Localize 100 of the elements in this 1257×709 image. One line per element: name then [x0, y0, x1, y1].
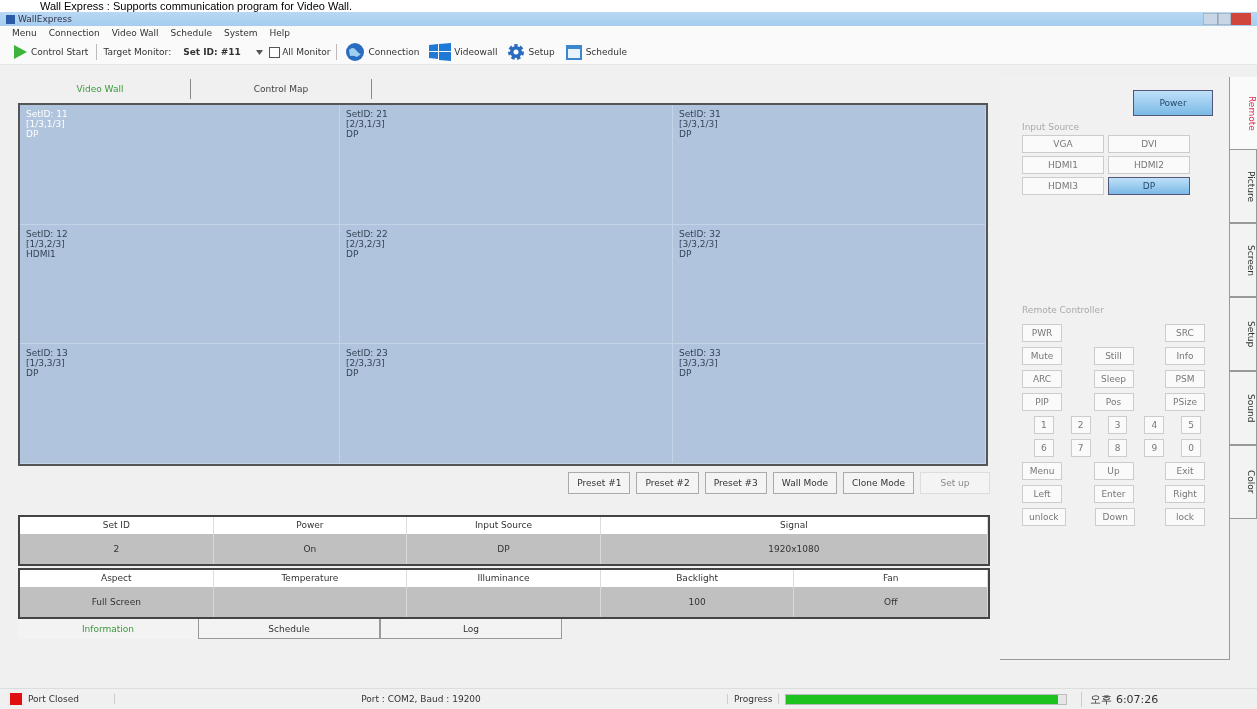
- menu-item[interactable]: Help: [269, 28, 291, 38]
- remote-key[interactable]: Up: [1093, 462, 1134, 480]
- remote-key[interactable]: ARC: [1022, 370, 1062, 388]
- all-monitor-checkbox[interactable]: All Monitor: [269, 46, 331, 58]
- side-tab[interactable]: Picture: [1230, 149, 1257, 223]
- remote-key[interactable]: PSM: [1165, 370, 1205, 388]
- column-header: Temperature: [213, 570, 408, 587]
- wall-screen[interactable]: SetID: 13 [1/3,3/3] DP: [20, 344, 340, 464]
- wall-action-button[interactable]: Preset #3: [704, 472, 767, 494]
- info-tab[interactable]: Schedule: [198, 619, 380, 639]
- column-header: Power: [213, 517, 408, 534]
- wall-screen[interactable]: SetID: 32 [3/3,2/3] DP: [673, 224, 986, 345]
- remote-key[interactable]: Still: [1093, 347, 1134, 365]
- dropdown-caret-icon: [256, 49, 264, 55]
- remote-key[interactable]: Left: [1022, 485, 1062, 503]
- remote-key[interactable]: Down: [1095, 508, 1136, 526]
- remote-key[interactable]: PSize: [1165, 393, 1205, 411]
- wall-screen[interactable]: SetID: 12 [1/3,2/3] HDMI1: [20, 224, 340, 345]
- source-label: DP: [679, 129, 692, 139]
- remote-key[interactable]: 7: [1070, 439, 1091, 457]
- menu-item[interactable]: Menu: [12, 28, 37, 38]
- port-status-icon: [10, 693, 22, 705]
- toolbar-schedule-button[interactable]: Schedule: [562, 43, 629, 61]
- remote-key[interactable]: 1: [1034, 416, 1054, 434]
- wall-action-button[interactable]: Clone Mode: [843, 472, 914, 494]
- wall-screen[interactable]: SetID: 21 [2/3,1/3] DP: [340, 105, 673, 225]
- wall-action-button[interactable]: Wall Mode: [772, 472, 838, 494]
- set-id-label: SetID: 32: [679, 228, 721, 239]
- calendar-icon: [564, 43, 583, 61]
- input-source-button[interactable]: HDMI3: [1022, 177, 1104, 195]
- remote-key[interactable]: Right: [1165, 485, 1205, 503]
- menu-item[interactable]: Connection: [48, 28, 100, 38]
- remote-key[interactable]: 8: [1107, 439, 1128, 457]
- side-tab[interactable]: Screen: [1230, 223, 1257, 297]
- remote-key[interactable]: 5: [1181, 416, 1201, 434]
- wall-screen[interactable]: SetID: 31 [3/3,1/3] DP: [673, 105, 986, 225]
- remote-key[interactable]: lock: [1165, 508, 1205, 526]
- remote-key[interactable]: Mute: [1022, 347, 1062, 365]
- source-label: DP: [679, 368, 692, 379]
- side-tab[interactable]: Sound: [1230, 371, 1257, 445]
- side-tab[interactable]: Setup: [1230, 297, 1257, 371]
- remote-key[interactable]: SRC: [1165, 324, 1205, 342]
- column-header: Fan: [794, 570, 988, 587]
- menu-item[interactable]: Schedule: [170, 28, 212, 38]
- remote-key[interactable]: PIP: [1022, 393, 1062, 411]
- view-tab[interactable]: Video Wall: [10, 79, 191, 99]
- table-cell: 100: [600, 587, 795, 617]
- wall-action-button[interactable]: Preset #1: [568, 472, 631, 494]
- clock: 오후 6:07:26: [1081, 691, 1165, 707]
- position-label: [2/3,1/3]: [346, 119, 385, 129]
- source-label: HDMI1: [26, 248, 56, 259]
- remote-key[interactable]: 4: [1144, 416, 1165, 434]
- remote-key[interactable]: 3: [1107, 416, 1128, 434]
- power-button[interactable]: Power: [1133, 90, 1213, 116]
- remote-key[interactable]: unlock: [1022, 508, 1066, 526]
- remote-key[interactable]: PWR: [1022, 324, 1062, 342]
- menu-item[interactable]: Video Wall: [111, 28, 159, 38]
- remote-key[interactable]: Menu: [1022, 462, 1062, 480]
- position-label: [1/3,1/3]: [26, 119, 65, 129]
- remote-key[interactable]: Enter: [1093, 485, 1134, 503]
- column-header: Set ID: [20, 517, 214, 534]
- input-source-button[interactable]: VGA: [1022, 135, 1104, 153]
- input-source-button[interactable]: DP: [1108, 177, 1190, 195]
- port-info: Port : COM2, Baud : 19200: [121, 694, 728, 704]
- gear-icon: [507, 43, 526, 61]
- info-tab[interactable]: Log: [380, 619, 562, 639]
- control-start-button[interactable]: Control Start: [10, 44, 91, 60]
- column-header: Backlight: [600, 570, 795, 587]
- wall-action-button[interactable]: Preset #2: [636, 472, 699, 494]
- menu-item[interactable]: System: [223, 28, 258, 38]
- wall-screen[interactable]: SetID: 23 [2/3,3/3] DP: [340, 344, 673, 464]
- remote-key[interactable]: 9: [1144, 439, 1165, 457]
- source-label: DP: [346, 129, 359, 139]
- input-source-button[interactable]: HDMI1: [1022, 156, 1104, 174]
- toolbar-setup-button[interactable]: Setup: [505, 43, 557, 61]
- view-tab[interactable]: Control Map: [191, 79, 372, 99]
- toolbar-connection-button[interactable]: Connection: [343, 42, 422, 62]
- input-source-button[interactable]: DVI: [1108, 135, 1190, 153]
- side-tab[interactable]: Remote: [1230, 77, 1257, 149]
- source-label: DP: [26, 368, 39, 379]
- target-monitor-dropdown[interactable]: Set ID: #11: [177, 47, 264, 57]
- caption: Wall Express : Supports communication program for Video Wall.: [0, 0, 1257, 12]
- table-cell: 2: [20, 534, 214, 564]
- remote-key[interactable]: 6: [1034, 439, 1054, 457]
- window-controls-icon[interactable]: [1203, 13, 1251, 25]
- remote-key[interactable]: Sleep: [1093, 370, 1134, 388]
- wall-screen[interactable]: SetID: 22 [2/3,2/3] DP: [340, 224, 673, 345]
- source-label: DP: [26, 129, 39, 139]
- remote-key[interactable]: Pos: [1093, 393, 1134, 411]
- toolbar-videowall-button[interactable]: Videowall: [427, 43, 500, 61]
- side-tab[interactable]: Color: [1230, 445, 1257, 519]
- position-label: [1/3,3/3]: [26, 358, 65, 369]
- column-header: Illuminance: [407, 570, 601, 587]
- remote-key[interactable]: Info: [1165, 347, 1205, 365]
- wall-screen[interactable]: SetID: 33 [3/3,3/3] DP: [673, 344, 986, 464]
- input-source-button[interactable]: HDMI2: [1108, 156, 1190, 174]
- play-icon: [12, 44, 28, 60]
- remote-key[interactable]: 2: [1070, 416, 1091, 434]
- remote-key[interactable]: 0: [1181, 439, 1201, 457]
- remote-key[interactable]: Exit: [1165, 462, 1205, 480]
